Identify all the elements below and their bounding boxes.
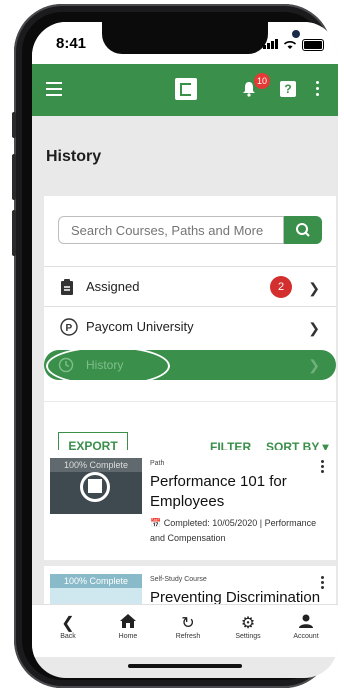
course-card[interactable]: 100% Complete Path Performance 101 for E… <box>44 450 336 560</box>
course-thumbnail: 100% Complete <box>50 574 142 606</box>
home-icon <box>100 613 156 631</box>
course-type: Self-Study Course <box>150 576 207 583</box>
volume-up-button <box>12 154 16 200</box>
home-indicator <box>128 664 242 668</box>
search-icon <box>296 223 310 237</box>
account-tab[interactable]: Account <box>278 613 334 640</box>
progress-label: 100% Complete <box>50 458 142 472</box>
wifi-icon <box>283 41 297 49</box>
help-icon[interactable]: ? <box>280 81 296 97</box>
status-icons <box>262 36 324 54</box>
course-card[interactable]: 100% Complete Self-Study Course Preventi… <box>44 566 336 606</box>
search-input[interactable] <box>58 216 284 244</box>
notification-badge: 10 <box>254 73 270 89</box>
tab-label: Account <box>293 633 319 640</box>
back-arrow-icon: ❮ <box>61 615 75 632</box>
tab-label: Settings <box>235 633 261 640</box>
svg-text:P: P <box>66 323 73 334</box>
chevron-right-icon: ❯ <box>308 280 320 296</box>
chevron-right-icon: ❯ <box>308 357 320 373</box>
university-logo-icon: P <box>60 318 78 336</box>
bottom-navigation: ❮ Back Home ↻ Refresh ⚙ Settings Account <box>32 604 338 657</box>
gear-icon: ⚙ <box>240 615 256 632</box>
progress-label: 100% Complete <box>50 574 142 588</box>
clock: 8:41 <box>56 35 87 52</box>
hamburger-menu-icon[interactable] <box>46 82 62 100</box>
search-button[interactable] <box>284 216 322 244</box>
nav-item-assigned[interactable]: Assigned 2 ❯ <box>44 266 336 307</box>
completion-info: 📅 Completed: 10/05/2020 | Performance an… <box>150 518 317 543</box>
tab-label: Home <box>118 633 138 640</box>
home-tab[interactable]: Home <box>100 613 156 640</box>
nav-item-label: Paycom University <box>86 319 194 334</box>
refresh-icon: ↻ <box>181 615 195 632</box>
tab-label: Back <box>60 633 76 640</box>
signal-icon <box>262 36 278 54</box>
chevron-right-icon: ❯ <box>308 320 320 336</box>
nav-item-label: Assigned <box>86 279 140 294</box>
course-type: Path <box>150 460 165 467</box>
more-options-icon[interactable] <box>316 81 320 99</box>
notch <box>102 22 300 54</box>
back-tab[interactable]: ❮ Back <box>40 613 96 640</box>
course-thumbnail: 100% Complete <box>50 458 142 514</box>
paycom-logo[interactable] <box>175 78 197 100</box>
paycom-logo-icon <box>88 479 102 493</box>
settings-tab[interactable]: ⚙ Settings <box>220 613 276 640</box>
clipboard-icon <box>61 279 73 295</box>
assigned-count-badge: 2 <box>270 276 292 298</box>
calendar-icon: 📅 <box>150 518 164 528</box>
learning-nav-card: Assigned 2 ❯ P Paycom University ❯ Histo… <box>44 196 336 401</box>
app-screen: 8:41 10 ? History Search Courses, Paths … <box>32 22 338 678</box>
status-bar: 8:41 <box>32 22 338 64</box>
tab-label: Refresh <box>175 633 201 640</box>
app-header: 10 ? <box>32 64 338 116</box>
page-title: History <box>46 148 102 165</box>
volume-down-button <box>12 210 16 256</box>
highlight-annotation <box>46 346 170 386</box>
course-title[interactable]: Performance 101 for Employees <box>150 472 326 512</box>
course-more-options-icon[interactable] <box>321 576 324 591</box>
nav-item-paycom-university[interactable]: P Paycom University ❯ <box>44 306 336 347</box>
mute-switch <box>12 112 16 138</box>
battery-icon <box>302 39 324 51</box>
account-icon <box>278 613 334 631</box>
refresh-tab[interactable]: ↻ Refresh <box>160 613 216 640</box>
course-more-options-icon[interactable] <box>321 460 324 475</box>
